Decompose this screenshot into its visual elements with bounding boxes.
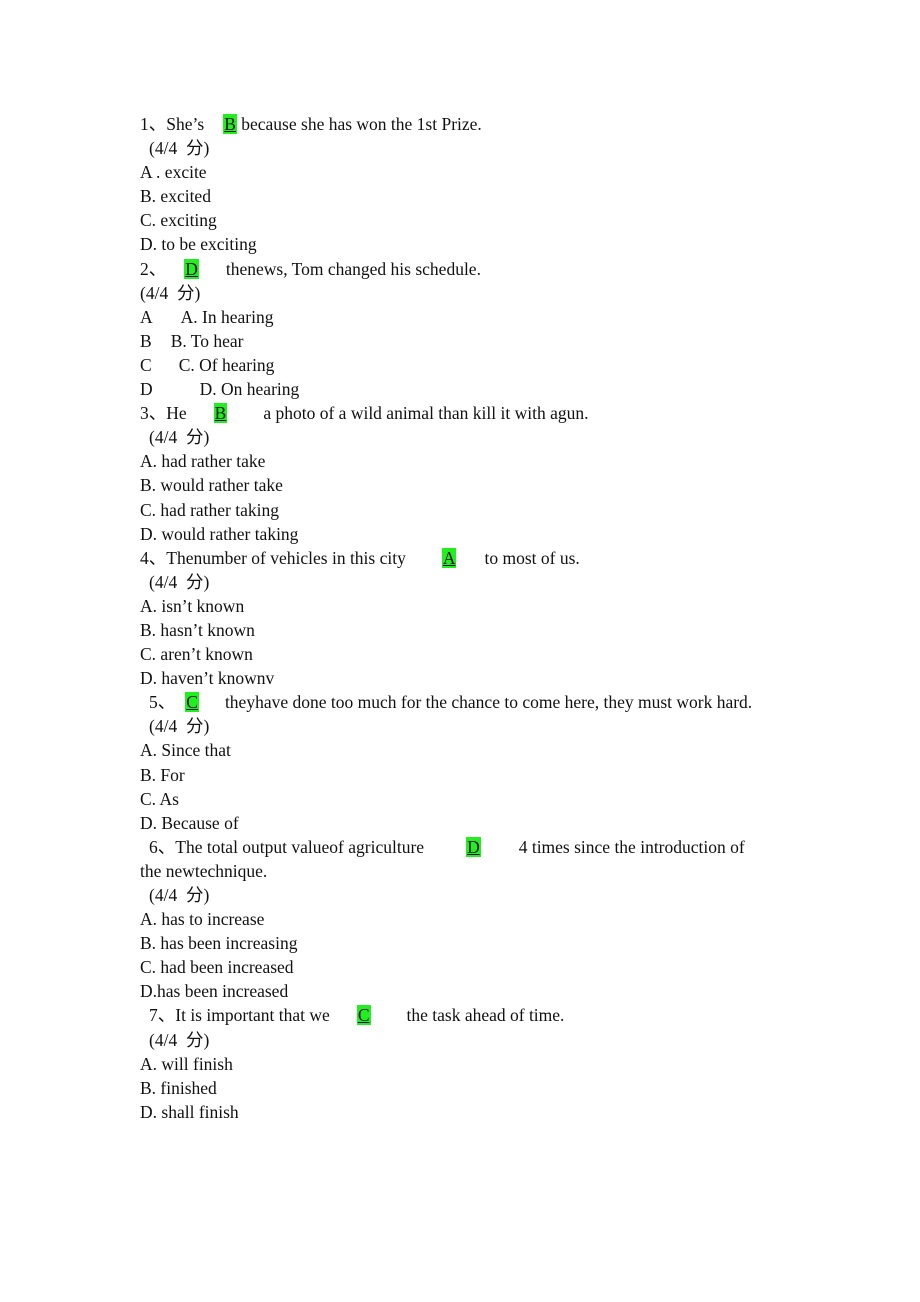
answer-highlight: D — [184, 258, 199, 279]
question-number: 5、 — [149, 692, 176, 713]
question-score: (4/4 分) — [149, 1029, 210, 1050]
option: A. has to increase — [140, 909, 265, 930]
option: B. finished — [140, 1077, 217, 1098]
option-text: A. In hearing — [180, 306, 274, 327]
option-letter: C — [140, 354, 152, 375]
answer-highlight: C — [356, 1005, 371, 1026]
answer-highlight: B — [213, 403, 228, 424]
stem-after: theyhave done too much for the chance to… — [224, 692, 753, 713]
option: C. aren’t known — [140, 644, 253, 665]
option: B. has been increasing — [140, 933, 298, 954]
option-letter: D — [140, 379, 153, 400]
question-stem: 1、She’s B because she has won the 1st Pri… — [140, 112, 785, 136]
question-stem-continued: the newtechnique. — [140, 860, 268, 881]
stem-after: the task ahead of time. — [406, 1005, 565, 1026]
option: B. would rather take — [140, 475, 283, 496]
option: C C. Of hearing — [140, 353, 785, 377]
option: B. For — [140, 764, 185, 785]
option: B B. To hear — [140, 329, 785, 353]
option-text: C. Of hearing — [178, 354, 275, 375]
stem-after: a photo of a wild animal than kill it wi… — [263, 403, 589, 424]
question-number: 7、 — [149, 1005, 176, 1026]
stem-before: It is important that we — [175, 1005, 330, 1026]
question-3: 3、He Ba photo of a wild animal than kill … — [140, 401, 785, 546]
option: D. haven’t knownv — [140, 668, 275, 689]
question-1: 1、She’s B because she has won the 1st Pri… — [140, 112, 785, 257]
question-5: 5、 Ctheyhave done too much for the chance… — [140, 690, 785, 835]
option: A. Since that — [140, 740, 231, 761]
option: D. would rather taking — [140, 523, 299, 544]
stem-before: She’s — [166, 114, 205, 134]
option-letter: B — [140, 330, 152, 351]
option: C. As — [140, 788, 179, 809]
option: C. had rather taking — [140, 499, 279, 520]
answer-highlight: C — [185, 692, 199, 713]
question-stem: 3、He Ba photo of a wild animal than kill … — [140, 401, 785, 425]
option-text: B. To hear — [170, 330, 244, 351]
question-number: 2、 — [140, 258, 167, 279]
stem-after: thenews, Tom changed his schedule. — [225, 258, 481, 279]
stem-before: The total output valueof agriculture — [175, 836, 425, 857]
answer-highlight: D — [466, 836, 481, 857]
question-4: 4、Thenumber of vehicles in this city Ato … — [140, 546, 785, 691]
question-number: 1、 — [140, 114, 167, 134]
answer-highlight: A — [441, 547, 457, 568]
answer-highlight: B — [223, 114, 237, 134]
option: D D. On hearing — [140, 377, 785, 401]
option: A. isn’t known — [140, 595, 245, 616]
question-score: (4/4 分) — [149, 885, 210, 905]
option: A. will finish — [140, 1053, 233, 1074]
option: D. Because of — [140, 812, 239, 833]
question-stem: 5、 Ctheyhave done too much for the chance… — [140, 690, 785, 714]
question-6: 6、The total output valueof agriculture D 4… — [140, 835, 785, 1004]
option: D. to be exciting — [140, 234, 257, 255]
question-score: (4/4 分) — [149, 427, 210, 448]
stem-before: Thenumber of vehicles in this city — [166, 547, 406, 568]
question-score: (4/4 分) — [149, 716, 210, 737]
question-2: 2、 Dthenews, Tom changed his schedule. (4… — [140, 257, 785, 402]
option: B. excited — [140, 186, 211, 207]
option: D.has been increased — [140, 981, 289, 1002]
question-stem: 2、 Dthenews, Tom changed his schedule. — [140, 257, 785, 281]
option: B. hasn’t known — [140, 619, 255, 640]
question-7: 7、It is important that we Cthe task ahead… — [140, 1003, 785, 1123]
option: C. exciting — [140, 210, 217, 231]
option: C. had been increased — [140, 957, 294, 978]
question-stem: 6、The total output valueof agriculture D 4… — [140, 835, 785, 859]
question-stem: 4、Thenumber of vehicles in this city Ato … — [140, 546, 785, 570]
stem-after: to most of us. — [484, 547, 580, 568]
question-score: (4/4 分) — [140, 282, 201, 303]
option: D. shall finish — [140, 1101, 239, 1122]
option-letter: A — [140, 306, 153, 327]
document-page: 1、She’s B because she has won the 1st Pri… — [140, 112, 785, 1124]
question-stem: 7、It is important that we Cthe task ahead… — [140, 1003, 785, 1027]
option: A. had rather take — [140, 451, 266, 472]
question-number: 6、 — [149, 836, 176, 857]
question-score: (4/4 分) — [149, 571, 210, 592]
option-text: D. On hearing — [199, 379, 300, 400]
option: A . excite — [140, 162, 207, 183]
question-number: 3、 — [140, 403, 167, 424]
stem-after: because she has won the 1st Prize. — [241, 114, 482, 134]
question-number: 4、 — [140, 547, 167, 568]
stem-after: 4 times since the introduction of — [518, 836, 745, 857]
option: A A. In hearing — [140, 305, 785, 329]
stem-before: He — [166, 403, 187, 424]
question-score: (4/4 分) — [149, 138, 210, 159]
